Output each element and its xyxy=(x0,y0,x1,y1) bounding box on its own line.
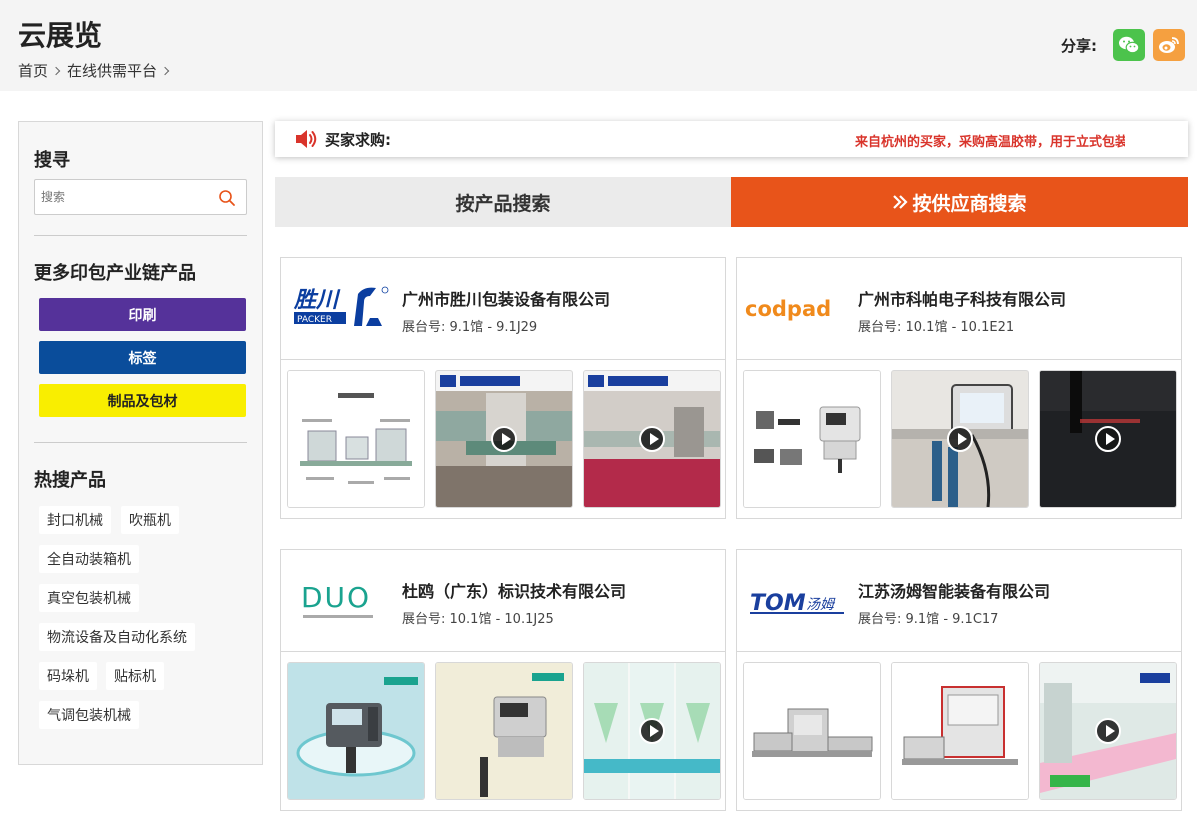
tab-label: 按产品搜索 xyxy=(455,192,551,215)
play-icon[interactable] xyxy=(639,426,665,452)
play-icon[interactable] xyxy=(947,426,973,452)
page-header: 云展览 首页 在线供需平台 分享: xyxy=(0,0,1197,91)
play-icon[interactable] xyxy=(491,426,517,452)
search-box xyxy=(34,179,247,215)
product-video-thumbnail[interactable] xyxy=(891,370,1029,508)
hot-tag[interactable]: 气调包装机械 xyxy=(39,701,139,729)
hot-tag[interactable]: 码垛机 xyxy=(39,662,97,690)
share-label: 分享: xyxy=(1061,36,1097,55)
breadcrumb: 首页 在线供需平台 xyxy=(18,60,176,81)
buyer-request-text[interactable]: 来自杭州的买家，采购高温胶带，用于立式包装 xyxy=(855,131,1125,150)
product-video-thumbnail[interactable] xyxy=(1039,370,1177,508)
weibo-icon xyxy=(1159,37,1179,53)
hot-tag[interactable]: 吹瓶机 xyxy=(121,506,179,534)
divider xyxy=(34,442,247,443)
hot-tag[interactable]: 真空包装机械 xyxy=(39,584,139,612)
category-button-labels[interactable]: 标签 xyxy=(39,341,246,374)
search-input[interactable] xyxy=(35,180,205,214)
supplier-logo: codpad xyxy=(745,278,851,338)
product-video-thumbnail[interactable] xyxy=(435,370,573,508)
category-button-packaging[interactable]: 制品及包材 xyxy=(39,384,246,417)
supplier-card[interactable]: codpad 广州市科帕电子科技有限公司 展台号: 10.1馆 - 10.1E2… xyxy=(736,257,1182,519)
chevron-right-icon xyxy=(160,66,170,75)
supplier-card-header: 胜川 PACKER 广州市胜川包装设备有限公司 展台号: 9.1馆 - 9.1J… xyxy=(281,258,725,360)
product-video-thumbnail[interactable] xyxy=(1039,662,1177,800)
logo-subtext: 汤姆 xyxy=(806,597,836,613)
supplier-card[interactable]: 胜川 PACKER 广州市胜川包装设备有限公司 展台号: 9.1馆 - 9.1J… xyxy=(280,257,726,519)
product-thumbnail[interactable] xyxy=(743,662,881,800)
supplier-card[interactable]: TOM 汤姆 江苏汤姆智能装备有限公司 展台号: 9.1馆 - 9.1C17 xyxy=(736,549,1182,811)
play-icon[interactable] xyxy=(1095,426,1121,452)
sidebar: 搜寻 更多印包产业链产品 印刷 标签 制品及包材 热搜产品 封口机械 吹瓶机 全… xyxy=(18,121,263,765)
supplier-logo: DUO xyxy=(289,570,395,630)
category-button-printing[interactable]: 印刷 xyxy=(39,298,246,331)
wechat-share-button[interactable] xyxy=(1113,29,1145,61)
breadcrumb-home[interactable]: 首页 xyxy=(18,60,48,81)
logo-text: DUO xyxy=(301,581,371,614)
product-thumbnail[interactable] xyxy=(435,662,573,800)
hot-tag[interactable]: 物流设备及自动化系统 xyxy=(39,623,195,651)
supplier-logo: TOM 汤姆 xyxy=(745,570,851,630)
product-video-thumbnail[interactable] xyxy=(583,370,721,508)
hot-tag[interactable]: 封口机械 xyxy=(39,506,111,534)
weibo-share-button[interactable] xyxy=(1153,29,1185,61)
chevron-right-icon xyxy=(51,66,61,75)
supplier-card-header: DUO 杜鸥（广东）标识技术有限公司 展台号: 10.1馆 - 10.1J25 xyxy=(281,550,725,652)
logo-subtext: PACKER xyxy=(297,315,332,325)
product-thumbnail[interactable] xyxy=(287,662,425,800)
logo-text: codpad xyxy=(745,297,831,321)
hot-products-title: 热搜产品 xyxy=(34,470,106,491)
booth-number: 展台号: 10.1馆 - 10.1J25 xyxy=(402,612,554,627)
tab-label: 按供应商搜索 xyxy=(912,192,1027,215)
buyer-request-bar: 买家求购: 来自杭州的买家，采购高温胶带，用于立式包装 xyxy=(275,121,1188,157)
logo-text: 胜川 xyxy=(293,287,341,313)
booth-number: 展台号: 9.1馆 - 9.1C17 xyxy=(858,612,999,627)
booth-number: 展台号: 9.1馆 - 9.1J29 xyxy=(402,320,538,335)
search-icon[interactable] xyxy=(218,189,236,207)
divider xyxy=(34,235,247,236)
product-video-thumbnail[interactable] xyxy=(583,662,721,800)
hot-tag[interactable]: 贴标机 xyxy=(106,662,164,690)
breadcrumb-platform[interactable]: 在线供需平台 xyxy=(67,60,157,81)
tab-search-by-product[interactable]: 按产品搜索 xyxy=(275,177,731,227)
supplier-card[interactable]: DUO 杜鸥（广东）标识技术有限公司 展台号: 10.1馆 - 10.1J25 xyxy=(280,549,726,811)
supplier-card-header: TOM 汤姆 江苏汤姆智能装备有限公司 展台号: 9.1馆 - 9.1C17 xyxy=(737,550,1181,652)
supplier-name[interactable]: 杜鸥（广东）标识技术有限公司 xyxy=(402,578,626,602)
product-thumbnail[interactable] xyxy=(891,662,1029,800)
page-title: 云展览 xyxy=(18,19,103,52)
product-thumbnail[interactable] xyxy=(743,370,881,508)
play-icon[interactable] xyxy=(1095,718,1121,744)
search-section-title: 搜寻 xyxy=(34,150,70,171)
supplier-name[interactable]: 广州市胜川包装设备有限公司 xyxy=(402,286,610,310)
play-icon[interactable] xyxy=(639,718,665,744)
speaker-icon xyxy=(296,130,317,148)
product-thumbnail[interactable] xyxy=(287,370,425,508)
hot-tag[interactable]: 全自动装箱机 xyxy=(39,545,139,573)
supplier-name[interactable]: 江苏汤姆智能装备有限公司 xyxy=(858,578,1050,602)
buyer-request-label: 买家求购: xyxy=(325,131,391,149)
tab-search-by-supplier[interactable]: 按供应商搜索 xyxy=(731,177,1188,227)
supplier-name[interactable]: 广州市科帕电子科技有限公司 xyxy=(858,286,1066,310)
more-products-title: 更多印包产业链产品 xyxy=(34,263,196,284)
share-bar: 分享: xyxy=(1061,29,1185,61)
supplier-card-header: codpad 广州市科帕电子科技有限公司 展台号: 10.1馆 - 10.1E2… xyxy=(737,258,1181,360)
double-chevron-right-icon xyxy=(893,195,909,209)
supplier-logo: 胜川 PACKER xyxy=(289,278,395,338)
booth-number: 展台号: 10.1馆 - 10.1E21 xyxy=(858,320,1015,335)
wechat-icon xyxy=(1119,36,1140,54)
